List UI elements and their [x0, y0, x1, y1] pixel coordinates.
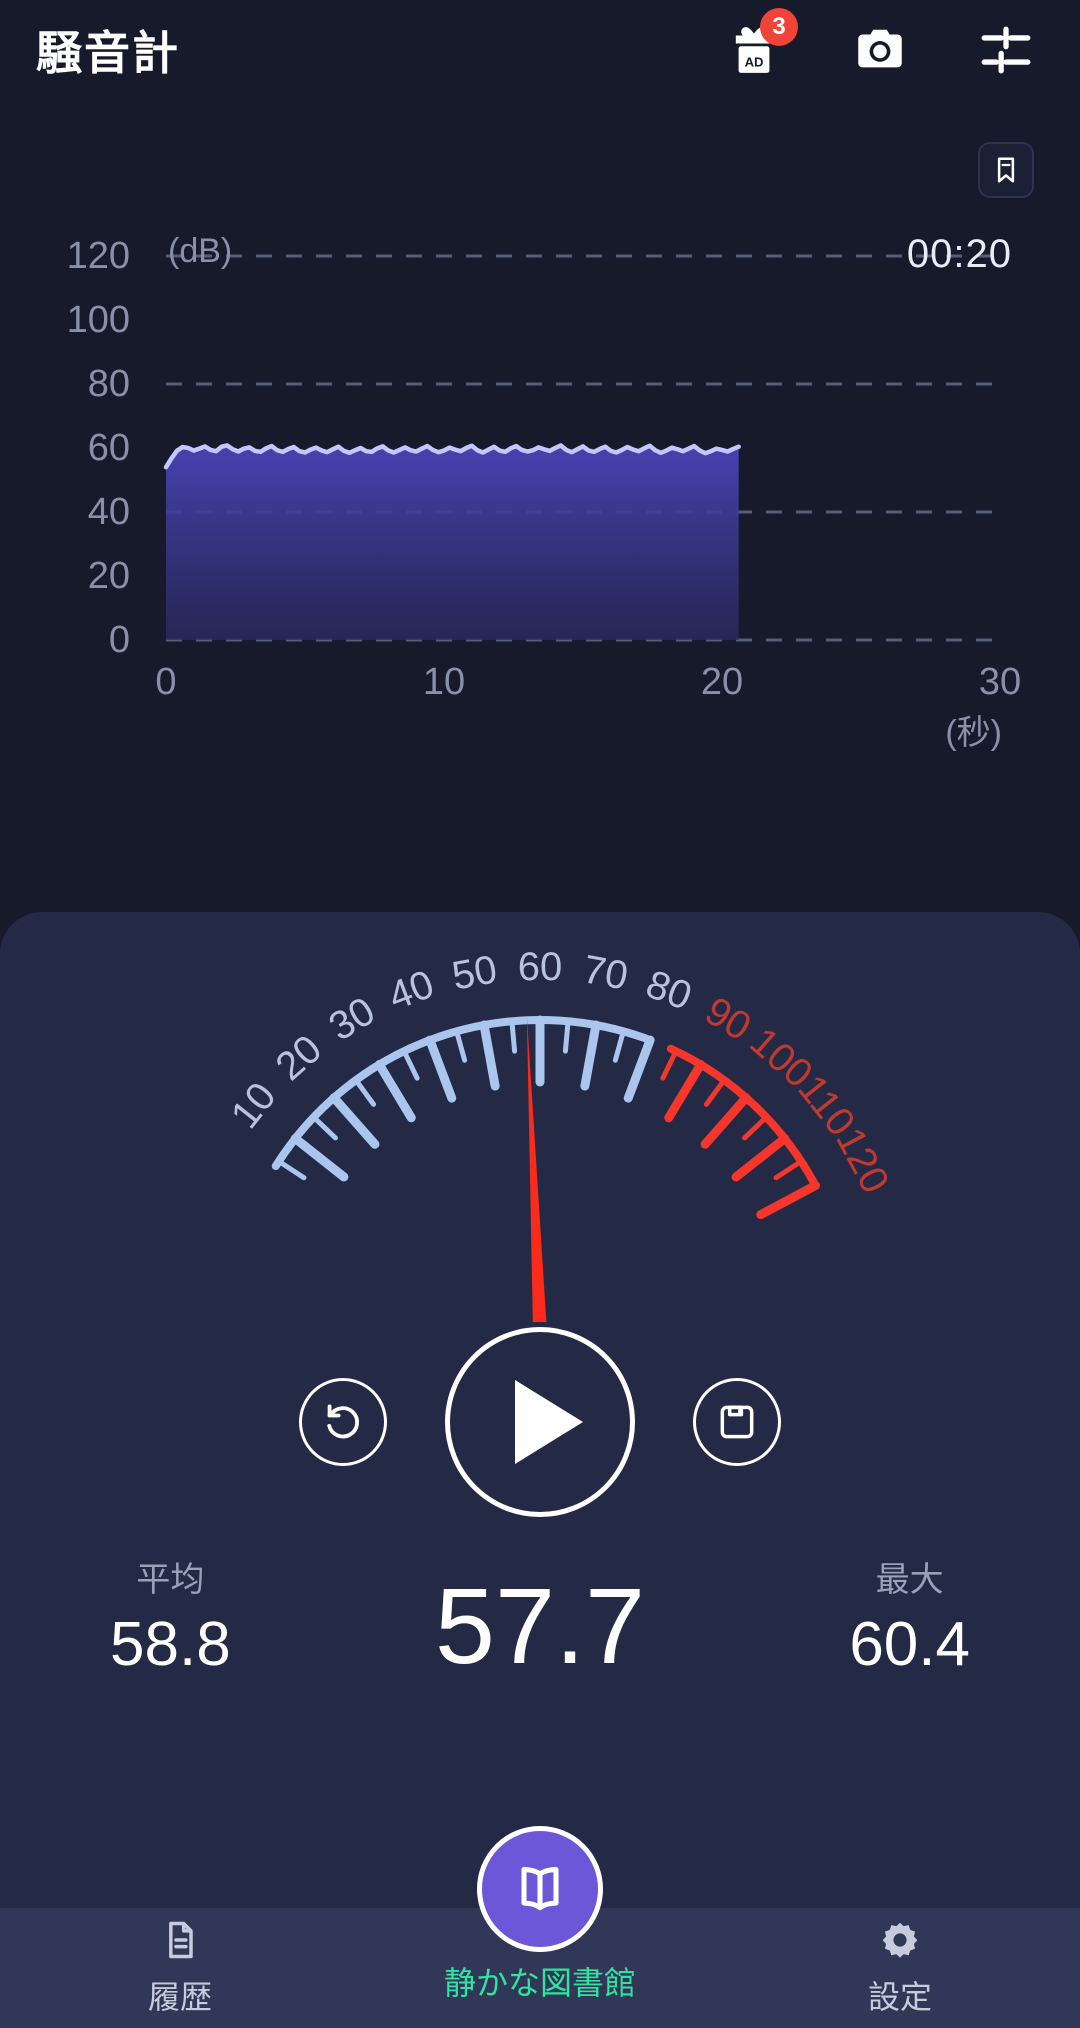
svg-text:50: 50 — [449, 947, 501, 998]
svg-text:AD: AD — [745, 54, 764, 69]
elapsed-timer: 00:20 — [906, 232, 1012, 276]
app-header: 騒音計 AD 3 — [0, 0, 1080, 100]
transport-controls — [0, 1327, 1080, 1517]
svg-text:80: 80 — [640, 962, 697, 1019]
stat-average: 平均 58.8 — [110, 1552, 231, 1680]
bookmark-icon[interactable] — [978, 142, 1034, 198]
svg-text:10: 10 — [423, 661, 465, 703]
play-triangle — [515, 1380, 583, 1464]
nav-center-fab[interactable] — [477, 1826, 603, 1952]
stat-average-label: 平均 — [136, 1561, 205, 1599]
stat-max-label: 最大 — [875, 1561, 944, 1599]
stat-max: 最大 60.4 — [849, 1552, 970, 1680]
svg-text:90: 90 — [698, 989, 759, 1050]
svg-text:20: 20 — [88, 555, 130, 597]
nav-settings-label: 設定 — [867, 1979, 932, 2015]
chart-xlabel: (秒) — [945, 714, 1002, 752]
db-chart: 0 20 40 60 80 100 120 0 10 20 30 — [0, 200, 1080, 860]
nav-item-history[interactable]: 履歴 — [0, 1918, 360, 2018]
svg-text:20: 20 — [268, 1027, 330, 1089]
book-icon — [521, 1867, 559, 1911]
svg-text:80: 80 — [88, 363, 130, 405]
stat-max-value: 60.4 — [849, 1610, 970, 1679]
gift-ad-icon[interactable]: AD 3 — [724, 8, 798, 80]
db-chart-svg: 0 20 40 60 80 100 120 0 10 20 30 — [67, 235, 1022, 703]
reset-icon[interactable] — [299, 1378, 387, 1466]
nav-item-settings[interactable]: 設定 — [720, 1918, 1080, 2018]
gear-icon — [882, 1922, 918, 1958]
svg-text:60: 60 — [88, 427, 130, 469]
chart-ylabel: (dB) — [168, 232, 233, 270]
save-floppy-icon[interactable] — [693, 1378, 781, 1466]
svg-text:20: 20 — [701, 661, 743, 703]
svg-text:0: 0 — [155, 661, 176, 703]
nav-center-label: 静かな図書館 — [443, 1965, 637, 2001]
svg-text:70: 70 — [580, 947, 632, 998]
play-icon[interactable] — [445, 1327, 635, 1517]
svg-text:30: 30 — [979, 661, 1021, 703]
svg-text:10: 10 — [223, 1075, 285, 1137]
page-title: 騒音計 — [36, 27, 180, 79]
svg-text:30: 30 — [322, 989, 383, 1050]
svg-text:0: 0 — [109, 619, 130, 661]
svg-text:60: 60 — [518, 945, 563, 989]
gift-badge-count: 3 — [760, 8, 798, 46]
document-icon — [169, 1921, 193, 1959]
svg-text:40: 40 — [383, 962, 440, 1019]
analog-gauge: 102030 40 50 60 70 80 90100110120 — [223, 945, 897, 1322]
stat-current: 57.7 — [435, 1572, 645, 1680]
svg-text:100: 100 — [67, 299, 130, 341]
app-root: 騒音計 AD 3 0 20 40 60 80 100 120 0 10 20 3… — [0, 0, 1080, 2028]
stats-row: 平均 58.8 57.7 最大 60.4 — [0, 1552, 1080, 1680]
header-actions: AD 3 — [724, 8, 1044, 80]
stat-average-value: 58.8 — [110, 1610, 231, 1679]
svg-text:40: 40 — [88, 491, 130, 533]
gauge-panel: 10 20 30 40 50 60 70 80 90 100 110 120 平… — [0, 912, 1080, 1934]
camera-icon[interactable] — [850, 20, 910, 80]
nav-history-label: 履歴 — [147, 1979, 212, 2015]
sliders-icon[interactable] — [976, 20, 1036, 80]
svg-text:120: 120 — [67, 235, 130, 277]
stat-current-value: 57.7 — [434, 1565, 646, 1686]
